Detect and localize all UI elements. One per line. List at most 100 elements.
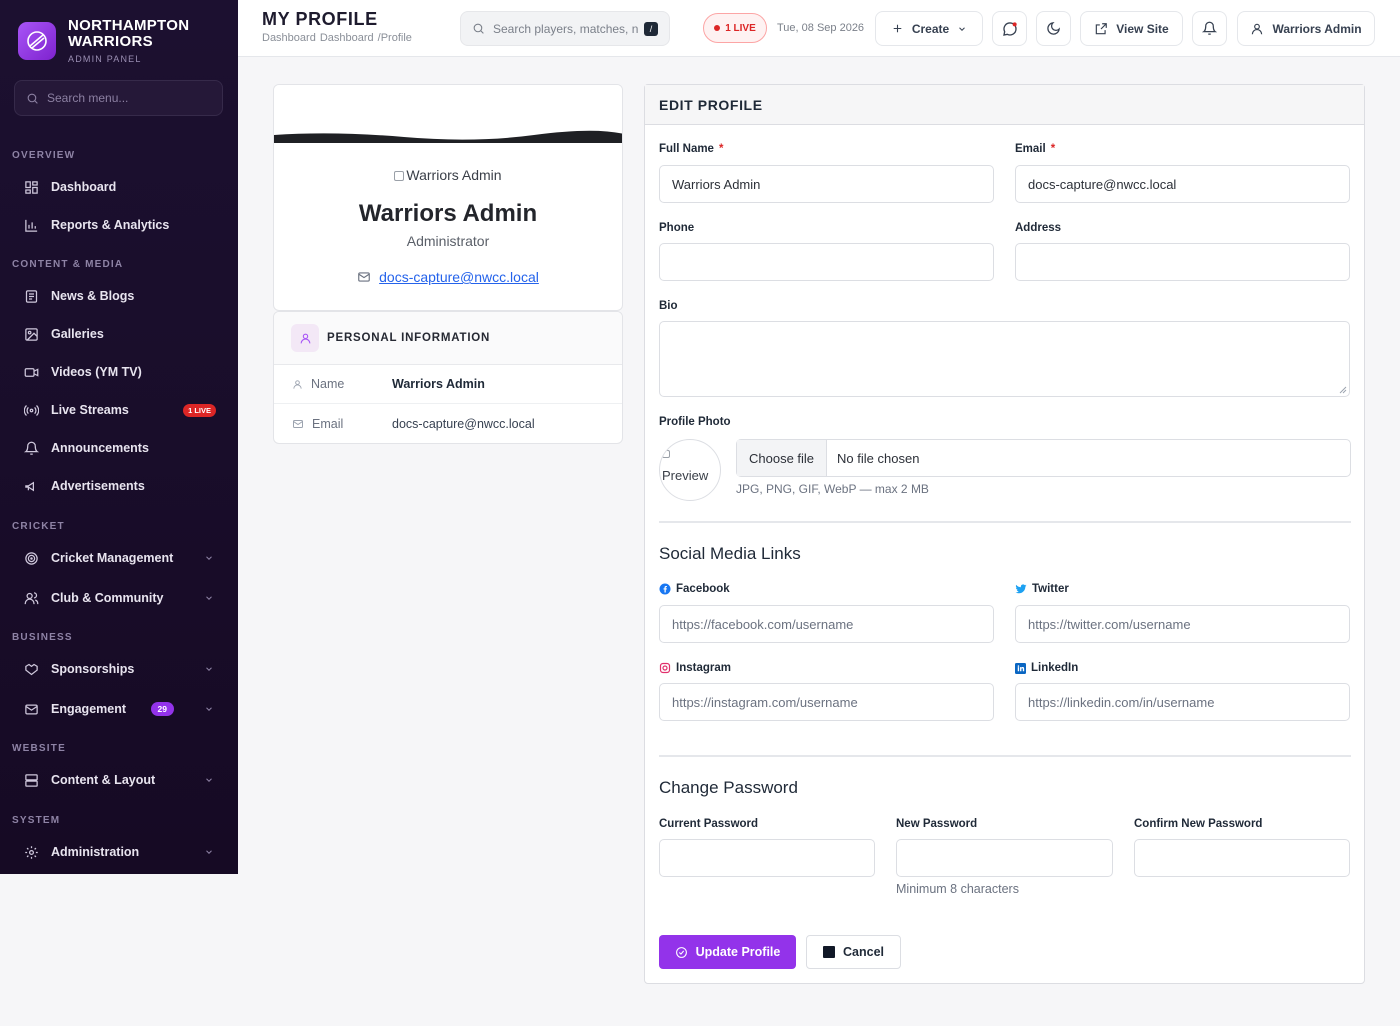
linkedin-icon xyxy=(1015,662,1026,674)
view-site-label: View Site xyxy=(1116,21,1169,36)
sidebar-search-input[interactable]: Search menu... xyxy=(14,80,223,116)
breadcrumb-link[interactable]: Dashboard xyxy=(262,32,316,44)
info-row-name: Name Warriors Admin xyxy=(274,365,622,404)
sidebar-item-live-streams[interactable]: Live Streams 1 LIVE xyxy=(14,393,224,427)
sidebar-item-reports[interactable]: Reports & Analytics xyxy=(14,208,224,242)
live-badge: 1 LIVE xyxy=(183,403,216,417)
broken-image-icon xyxy=(394,171,405,182)
handshake-icon xyxy=(25,663,38,675)
sidebar-item-label: News & Blogs xyxy=(51,289,135,303)
photo-preview-alt: Preview xyxy=(662,468,709,483)
notifications-button[interactable] xyxy=(1192,11,1227,46)
user-icon xyxy=(1252,23,1263,34)
divider xyxy=(659,755,1351,757)
sidebar-item-label: Administration xyxy=(51,845,140,859)
live-dot-icon xyxy=(714,25,721,31)
bio-label: Bio xyxy=(659,300,678,312)
twitter-input[interactable]: https://twitter.com/username xyxy=(1015,605,1350,643)
resize-handle-icon[interactable] xyxy=(1339,386,1347,394)
current-password-label: Current Password xyxy=(659,818,759,830)
sidebar-item-label: Engagement xyxy=(51,702,127,716)
breadcrumb-link[interactable]: Dashboard xyxy=(320,32,374,44)
avatar-alt-text: Warriors Admin xyxy=(406,167,502,183)
bell-icon xyxy=(1202,21,1217,35)
profile-email-text[interactable]: docs-capture@nwcc.local xyxy=(379,269,539,285)
broadcast-icon xyxy=(24,404,39,416)
chevron-down-icon xyxy=(206,556,212,560)
brand-name-line1: NORTHAMPTON xyxy=(68,17,190,34)
search-shortcut-key: / xyxy=(644,22,658,36)
profile-card: Warriors Admin Warriors Admin Administra… xyxy=(273,84,623,311)
info-row-email: Email docs-capture@nwcc.local xyxy=(274,404,622,443)
facebook-input[interactable]: https://facebook.com/username xyxy=(659,605,994,643)
address-input[interactable] xyxy=(1015,243,1350,281)
topbar: MY PROFILE Dashboard Dashboard /Profile … xyxy=(238,0,1400,57)
brand[interactable]: NORTHAMPTON WARRIORS ADMIN PANEL xyxy=(18,18,189,64)
users-icon xyxy=(24,591,39,604)
confirm-password-input[interactable] xyxy=(1134,839,1350,877)
sidebar-item-label: Galleries xyxy=(51,327,104,341)
sidebar-item-announcements[interactable]: Announcements xyxy=(14,431,224,465)
bell-icon xyxy=(24,441,39,455)
global-search-input[interactable]: Search players, matches, n / xyxy=(460,11,670,46)
bar-chart-icon xyxy=(25,219,38,232)
facebook-label: Facebook xyxy=(659,583,730,595)
external-link-icon xyxy=(1096,22,1108,34)
club-logo-icon xyxy=(18,22,56,60)
sidebar-item-dashboard[interactable]: Dashboard xyxy=(14,170,224,204)
full-name-input[interactable]: Warriors Admin xyxy=(659,165,994,203)
instagram-input[interactable]: https://instagram.com/username xyxy=(659,683,994,721)
messages-button[interactable] xyxy=(992,11,1027,46)
sidebar-item-cricket-management[interactable]: Cricket Management xyxy=(14,541,224,575)
photo-file-input[interactable]: Choose file No file chosen xyxy=(736,439,1351,477)
sidebar-item-videos[interactable]: Videos (YM TV) xyxy=(14,355,224,389)
sidebar-item-news[interactable]: News & Blogs xyxy=(14,279,224,313)
sidebar-item-label: Club & Community xyxy=(51,591,164,605)
theme-toggle-button[interactable] xyxy=(1036,11,1071,46)
megaphone-icon xyxy=(25,481,34,491)
user-icon xyxy=(291,324,319,352)
form-heading: EDIT PROFILE xyxy=(645,85,1364,125)
section-overview: OVERVIEW xyxy=(12,150,76,161)
breadcrumb-current: /Profile xyxy=(377,32,412,44)
cancel-button[interactable]: Cancel xyxy=(806,935,901,969)
moon-icon xyxy=(1047,22,1060,35)
sidebar-item-sponsorships[interactable]: Sponsorships xyxy=(14,652,224,686)
sidebar-item-engagement[interactable]: Engagement 29 xyxy=(14,692,224,726)
sidebar-item-galleries[interactable]: Galleries xyxy=(14,317,224,351)
view-site-button[interactable]: View Site xyxy=(1080,11,1183,46)
sidebar-item-advertisements[interactable]: Advertisements xyxy=(14,469,224,503)
update-profile-button[interactable]: Update Profile xyxy=(659,935,796,969)
sidebar-item-content-layout[interactable]: Content & Layout xyxy=(14,763,224,797)
check-circle-icon xyxy=(675,946,687,958)
bio-textarea[interactable] xyxy=(659,321,1350,397)
file-status: No file chosen xyxy=(837,450,920,466)
user-menu-label: Warriors Admin xyxy=(1272,21,1362,36)
create-button[interactable]: Create xyxy=(875,11,983,46)
user-menu-button[interactable]: Warriors Admin xyxy=(1237,11,1375,46)
new-password-input[interactable] xyxy=(896,839,1113,877)
email-input[interactable]: docs-capture@nwcc.local xyxy=(1015,165,1350,203)
engagement-count-badge: 29 xyxy=(150,702,174,716)
required-mark: * xyxy=(1050,143,1056,155)
profile-cover xyxy=(274,85,622,143)
new-password-label: New Password xyxy=(896,818,978,830)
phone-input[interactable] xyxy=(659,243,994,281)
new-password-hint: Minimum 8 characters xyxy=(896,882,1019,896)
address-label: Address xyxy=(1015,222,1062,234)
update-profile-label: Update Profile xyxy=(695,945,781,959)
envelope-icon xyxy=(358,272,370,282)
sidebar-item-club-community[interactable]: Club & Community xyxy=(14,581,224,615)
live-label: 1 LIVE xyxy=(725,22,756,34)
chevron-down-icon xyxy=(959,26,966,31)
sidebar-item-label: Dashboard xyxy=(51,180,117,194)
profile-email-link[interactable]: docs-capture@nwcc.local xyxy=(274,269,622,285)
live-indicator[interactable]: 1 LIVE xyxy=(703,13,767,43)
choose-file-button[interactable]: Choose file xyxy=(737,440,828,476)
linkedin-input[interactable]: https://linkedin.com/in/username xyxy=(1015,683,1350,721)
sidebar-item-administration[interactable]: Administration xyxy=(14,835,224,869)
current-password-input[interactable] xyxy=(659,839,875,877)
section-content-media: CONTENT & MEDIA xyxy=(12,259,124,270)
sidebar-item-label: Announcements xyxy=(51,441,149,455)
edit-profile-form: EDIT PROFILE Full Name * Warriors Admin E… xyxy=(644,84,1365,984)
